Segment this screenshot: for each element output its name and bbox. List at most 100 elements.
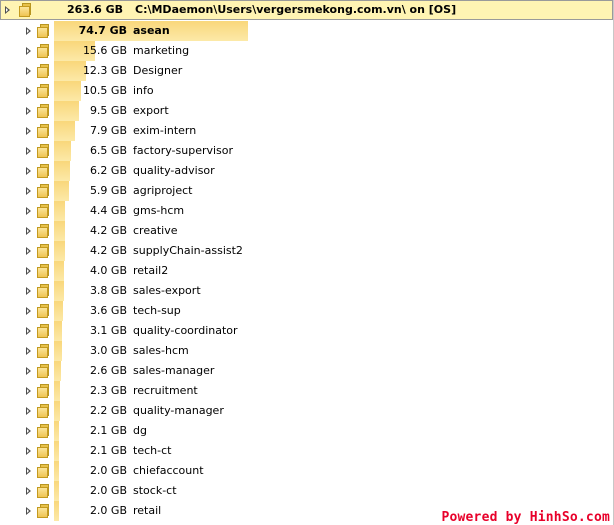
folder-size: 6.5 GB <box>89 144 127 157</box>
expand-arrow-icon[interactable] <box>26 387 31 395</box>
folder-row[interactable]: 5.9 GB agriproject <box>0 181 613 201</box>
folder-icon <box>37 304 50 318</box>
folder-size: 2.0 GB <box>89 484 127 497</box>
folder-name: export <box>133 104 169 117</box>
size-bar <box>54 161 70 181</box>
folder-icon <box>37 344 50 358</box>
folder-row[interactable]: 2.3 GB recruitment <box>0 381 613 401</box>
expand-arrow-icon[interactable] <box>26 287 31 295</box>
folder-size: 3.0 GB <box>89 344 127 357</box>
size-bar <box>54 301 63 321</box>
expand-arrow-icon[interactable] <box>26 367 31 375</box>
folder-icon <box>37 44 50 58</box>
expand-arrow-icon[interactable] <box>26 347 31 355</box>
expand-arrow-icon[interactable] <box>26 207 31 215</box>
folder-name: Designer <box>133 64 183 77</box>
expand-arrow-icon[interactable] <box>26 47 31 55</box>
folder-row[interactable]: 4.0 GB retail2 <box>0 261 613 281</box>
folder-size: 9.5 GB <box>89 104 127 117</box>
folder-row[interactable]: 2.2 GB quality-manager <box>0 401 613 421</box>
expand-arrow-icon[interactable] <box>5 6 10 14</box>
folder-icon <box>37 84 50 98</box>
folder-row[interactable]: 74.7 GB asean <box>0 21 613 41</box>
folder-size: 15.6 GB <box>82 44 127 57</box>
expand-arrow-icon[interactable] <box>26 247 31 255</box>
folder-size: 3.8 GB <box>89 284 127 297</box>
folder-row[interactable]: 4.4 GB gms-hcm <box>0 201 613 221</box>
folder-name: exim-intern <box>133 124 197 137</box>
folder-row[interactable]: 3.8 GB sales-export <box>0 281 613 301</box>
folder-icon <box>37 124 50 138</box>
folder-row[interactable]: 10.5 GB info <box>0 81 613 101</box>
size-bar <box>54 441 59 461</box>
expand-arrow-icon[interactable] <box>26 507 31 515</box>
size-bar <box>54 121 75 141</box>
folder-row[interactable]: 3.6 GB tech-sup <box>0 301 613 321</box>
expand-arrow-icon[interactable] <box>26 487 31 495</box>
expand-arrow-icon[interactable] <box>26 187 31 195</box>
expand-arrow-icon[interactable] <box>26 107 31 115</box>
root-folder-row[interactable]: 263.6 GB C:\MDaemon\Users\vergersmekong.… <box>0 0 613 20</box>
expand-arrow-icon[interactable] <box>26 267 31 275</box>
folder-row[interactable]: 3.1 GB quality-coordinator <box>0 321 613 341</box>
expand-arrow-icon[interactable] <box>26 427 31 435</box>
folder-icon <box>37 404 50 418</box>
expand-arrow-icon[interactable] <box>26 127 31 135</box>
size-bar <box>54 261 64 281</box>
expand-arrow-icon[interactable] <box>26 467 31 475</box>
expand-arrow-icon[interactable] <box>26 407 31 415</box>
folder-row[interactable]: 4.2 GB creative <box>0 221 613 241</box>
folder-name: dg <box>133 424 147 437</box>
expand-arrow-icon[interactable] <box>26 327 31 335</box>
folder-icon <box>37 324 50 338</box>
size-bar <box>54 321 62 341</box>
folder-name: gms-hcm <box>133 204 185 217</box>
expand-arrow-icon[interactable] <box>26 167 31 175</box>
folder-row[interactable]: 6.2 GB quality-advisor <box>0 161 613 181</box>
folder-row[interactable]: 9.5 GB export <box>0 101 613 121</box>
expand-arrow-icon[interactable] <box>26 307 31 315</box>
folder-row[interactable]: 7.9 GB exim-intern <box>0 121 613 141</box>
folder-name: recruitment <box>133 384 198 397</box>
folder-row[interactable]: 12.3 GB Designer <box>0 61 613 81</box>
folder-row[interactable]: 6.5 GB factory-supervisor <box>0 141 613 161</box>
folder-icon <box>37 144 50 158</box>
folder-size: 4.2 GB <box>89 224 127 237</box>
folder-name: creative <box>133 224 178 237</box>
folder-row[interactable]: 2.0 GB chiefaccount <box>0 461 613 481</box>
expand-arrow-icon[interactable] <box>26 87 31 95</box>
expand-arrow-icon[interactable] <box>26 147 31 155</box>
folder-row[interactable]: 4.2 GB supplyChain-assist2 <box>0 241 613 261</box>
folder-size: 4.2 GB <box>89 244 127 257</box>
size-bar <box>54 101 79 121</box>
folder-row[interactable]: 2.0 GB stock-ct <box>0 481 613 501</box>
folder-icon <box>37 484 50 498</box>
folder-row[interactable]: 2.1 GB tech-ct <box>0 441 613 461</box>
folder-size: 2.1 GB <box>89 444 127 457</box>
folder-row[interactable]: 2.6 GB sales-manager <box>0 361 613 381</box>
folder-name: info <box>133 84 154 97</box>
size-bar <box>54 381 60 401</box>
size-bar <box>54 141 71 161</box>
size-bar <box>54 421 59 441</box>
folder-name: agriproject <box>133 184 193 197</box>
folder-row[interactable]: 3.0 GB sales-hcm <box>0 341 613 361</box>
expand-arrow-icon[interactable] <box>26 227 31 235</box>
folder-name: sales-export <box>133 284 201 297</box>
folder-name: retail2 <box>133 264 169 277</box>
folder-size: 10.5 GB <box>82 84 127 97</box>
folder-size: 2.0 GB <box>89 504 127 517</box>
root-folder-size: 263.6 GB <box>67 3 124 16</box>
folder-size: 5.9 GB <box>89 184 127 197</box>
folder-icon <box>37 164 50 178</box>
expand-arrow-icon[interactable] <box>26 447 31 455</box>
folder-size: 2.6 GB <box>89 364 127 377</box>
folder-row[interactable]: 2.1 GB dg <box>0 421 613 441</box>
expand-arrow-icon[interactable] <box>26 27 31 35</box>
size-bar <box>54 61 86 81</box>
folder-row[interactable]: 15.6 GB marketing <box>0 41 613 61</box>
expand-arrow-icon[interactable] <box>26 67 31 75</box>
folder-name: tech-sup <box>133 304 181 317</box>
size-bar <box>54 461 59 481</box>
folder-icon <box>37 444 50 458</box>
